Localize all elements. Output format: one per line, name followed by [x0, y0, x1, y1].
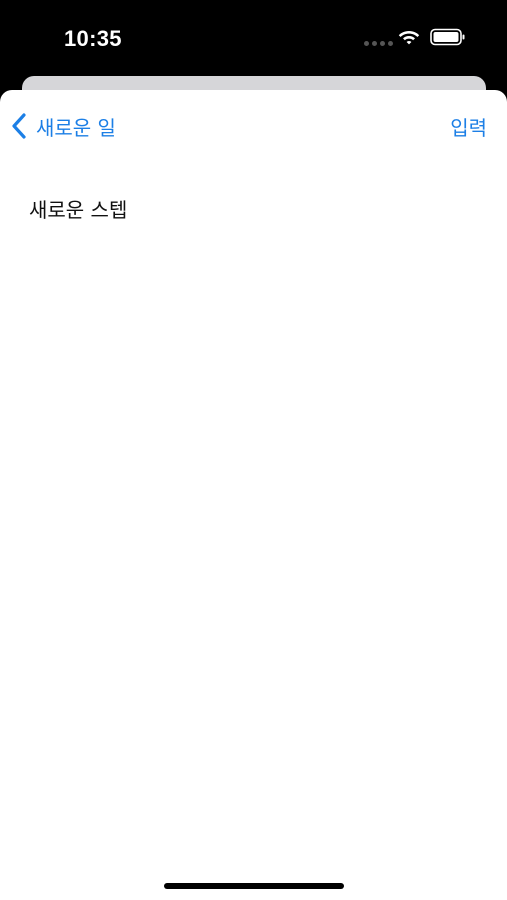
home-indicator: [164, 883, 344, 889]
status-time: 10:35: [64, 26, 122, 51]
modal-sheet: 새로운 일 입력 새로운 스텝: [0, 90, 507, 900]
wifi-icon: [398, 31, 420, 45]
status-bar: 10:35: [0, 0, 507, 76]
back-button[interactable]: 새로운 일: [10, 110, 116, 142]
enter-button[interactable]: 입력: [450, 112, 487, 141]
signal-dots-icon: [364, 41, 393, 46]
step-title: 새로운 스텝: [29, 198, 128, 222]
battery-icon: [430, 28, 465, 46]
chevron-left-icon: [12, 113, 26, 139]
back-button-label: 새로운 일: [36, 115, 116, 140]
navigation-bar: 새로운 일 입력: [0, 90, 507, 160]
